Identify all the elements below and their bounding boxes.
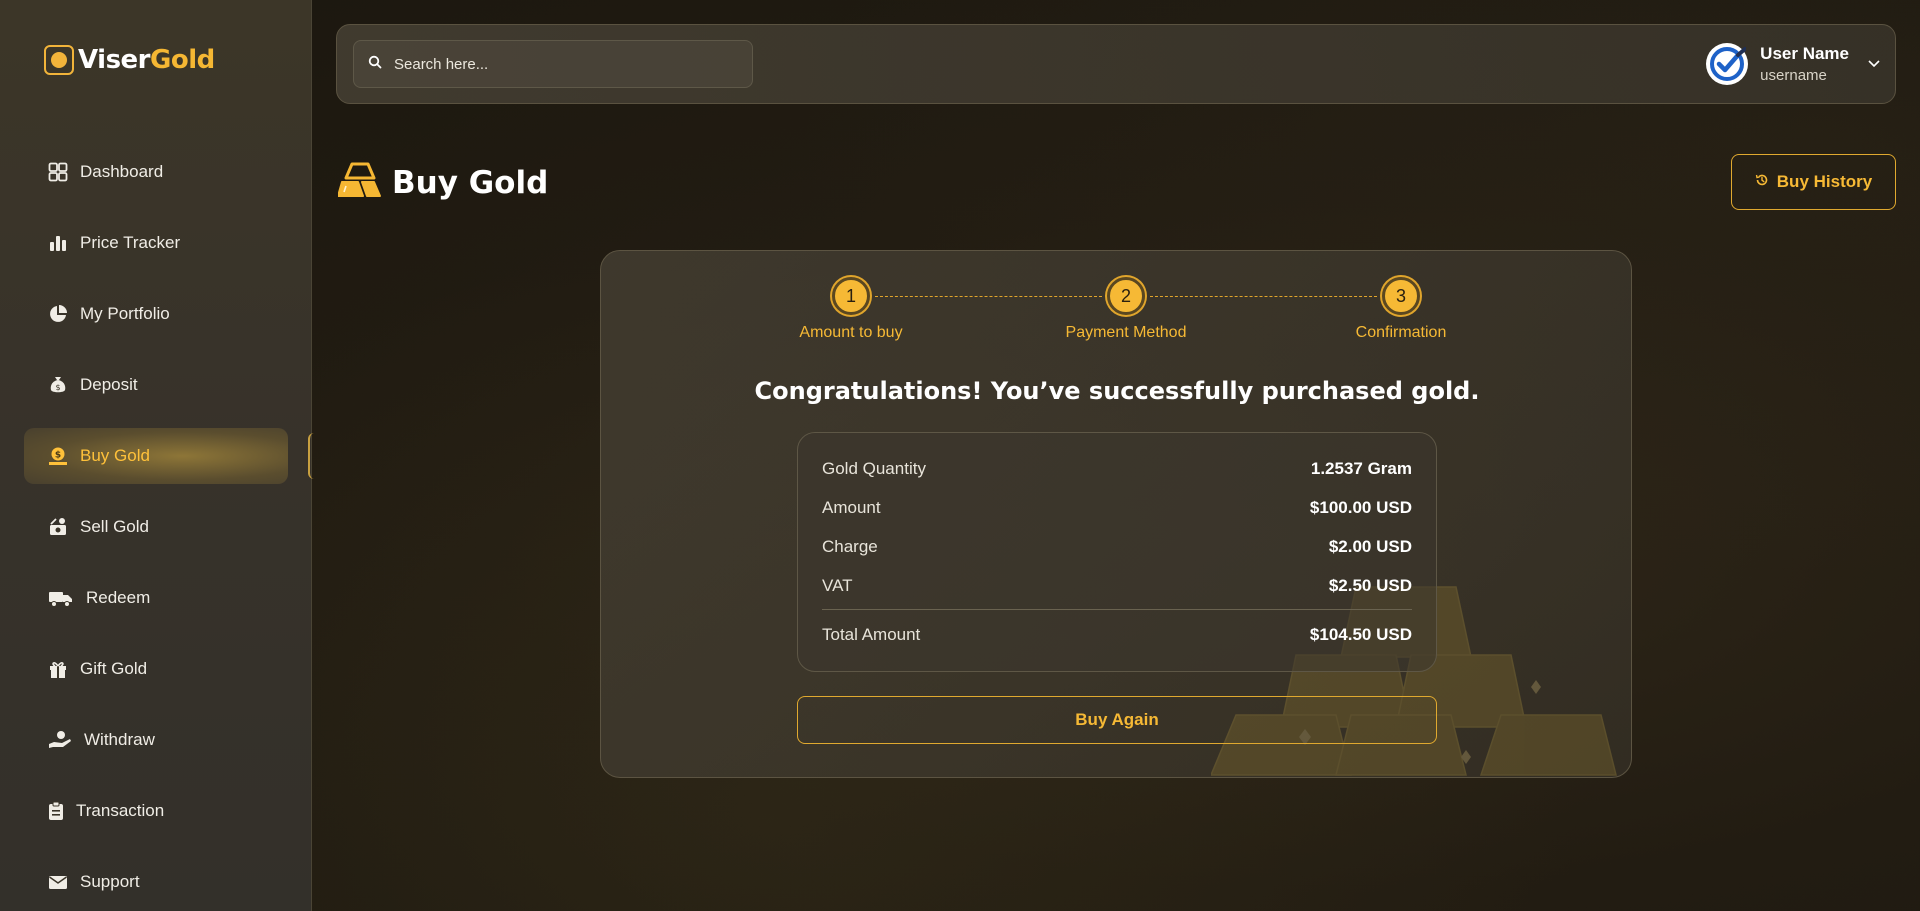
summary-label: Amount xyxy=(822,497,881,517)
step-number: 1 xyxy=(832,277,870,315)
sidebar-item-gift-gold[interactable]: Gift Gold xyxy=(24,641,288,697)
summary-row: Amount $100.00 USD xyxy=(822,488,1412,527)
dashboard-icon xyxy=(48,162,68,182)
summary-label: Gold Quantity xyxy=(822,458,926,478)
sidebar-item-label: Redeem xyxy=(86,588,151,607)
sidebar-item-support[interactable]: Support xyxy=(24,854,288,910)
money-bag-icon: $ xyxy=(48,375,68,395)
sidebar: Viser Gold Dashboard Price Tracker My Por… xyxy=(0,0,312,911)
sidebar-item-label: Gift Gold xyxy=(80,659,148,678)
svg-text:$: $ xyxy=(55,451,61,461)
summary-value: $100.00 USD xyxy=(1309,497,1412,517)
step-number: 2 xyxy=(1107,277,1145,315)
search-icon xyxy=(368,55,382,74)
bar-chart-icon xyxy=(48,233,68,253)
step-number: 3 xyxy=(1382,277,1420,315)
brand-name-part2: Gold xyxy=(150,45,215,75)
sidebar-item-label: My Portfolio xyxy=(80,304,170,323)
purchase-card: 1 Amount to buy 2 Payment Method 3 Confi… xyxy=(600,250,1632,778)
sidebar-item-my-portfolio[interactable]: My Portfolio xyxy=(24,286,288,342)
sidebar-item-label: Dashboard xyxy=(80,162,164,181)
step-label: Payment Method xyxy=(1065,324,1187,341)
sidebar-nav: Dashboard Price Tracker My Portfolio $ D… xyxy=(24,144,288,911)
gold-coin-logo-icon xyxy=(44,45,74,75)
total-value: $104.50 USD xyxy=(1309,624,1412,644)
coin-hand-icon: $ xyxy=(48,446,68,466)
clipboard-icon xyxy=(48,801,64,821)
withdraw-hand-icon xyxy=(48,730,72,750)
summary-divider xyxy=(822,609,1412,610)
brand-logo[interactable]: Viser Gold xyxy=(44,44,215,76)
active-indicator xyxy=(308,433,314,479)
sidebar-item-sell-gold[interactable]: Sell Gold xyxy=(24,499,288,555)
total-label: Total Amount xyxy=(822,624,921,644)
summary-row: VAT $2.50 USD xyxy=(822,566,1412,605)
search-box xyxy=(353,40,753,88)
sidebar-item-withdraw[interactable]: Withdraw xyxy=(24,712,288,768)
history-icon xyxy=(1755,172,1769,192)
success-message: Congratulations! You’ve successfully pur… xyxy=(754,377,1480,405)
sidebar-item-label: Price Tracker xyxy=(80,233,181,252)
sidebar-item-dashboard[interactable]: Dashboard xyxy=(24,144,288,200)
progress-steps: 1 Amount to buy 2 Payment Method 3 Confi… xyxy=(761,277,1461,347)
truck-icon xyxy=(48,588,74,608)
pie-chart-icon xyxy=(48,304,68,324)
page-title: Buy Gold xyxy=(337,160,549,205)
svg-text:$: $ xyxy=(55,383,60,392)
sidebar-item-label: Transaction xyxy=(76,801,165,820)
sidebar-item-transaction[interactable]: Transaction xyxy=(24,783,288,839)
summary-value: $2.00 USD xyxy=(1328,536,1412,556)
buy-history-button[interactable]: Buy History xyxy=(1731,154,1896,210)
sidebar-item-price-tracker[interactable]: Price Tracker xyxy=(24,215,288,271)
gift-icon xyxy=(48,659,68,679)
step-amount: 1 Amount to buy xyxy=(761,277,941,342)
summary-total-row: Total Amount $104.50 USD xyxy=(822,615,1412,654)
summary-row: Charge $2.00 USD xyxy=(822,527,1412,566)
page-heading: Buy Gold xyxy=(392,164,549,201)
user-check-icon xyxy=(1710,47,1747,81)
avatar xyxy=(1706,43,1749,85)
step-label: Amount to buy xyxy=(799,324,903,341)
step-label: Confirmation xyxy=(1355,324,1447,341)
user-menu[interactable]: User Name username xyxy=(1706,39,1881,89)
sidebar-item-label: Deposit xyxy=(80,375,138,394)
sidebar-item-label: Support xyxy=(80,872,140,891)
step-payment: 2 Payment Method xyxy=(1036,277,1216,342)
sidebar-item-buy-gold[interactable]: $ Buy Gold xyxy=(24,428,288,484)
buy-history-label: Buy History xyxy=(1776,172,1873,191)
sidebar-item-label: Buy Gold xyxy=(80,446,150,465)
gold-bars-icon xyxy=(337,160,382,205)
sidebar-item-deposit[interactable]: $ Deposit xyxy=(24,357,288,413)
summary-row: Gold Quantity 1.2537 Gram xyxy=(822,449,1412,488)
top-bar: User Name username xyxy=(336,24,1896,104)
sidebar-item-label: Sell Gold xyxy=(80,517,149,536)
sell-cash-icon xyxy=(48,517,68,537)
chevron-down-icon xyxy=(1867,55,1881,73)
user-name: User Name xyxy=(1760,44,1849,63)
brand-name-part1: Viser xyxy=(78,45,151,75)
summary-label: Charge xyxy=(822,536,878,556)
sidebar-item-redeem[interactable]: Redeem xyxy=(24,570,288,626)
summary-value: $2.50 USD xyxy=(1328,575,1412,595)
search-input[interactable] xyxy=(394,55,734,73)
envelope-icon xyxy=(48,872,68,892)
user-handle: username xyxy=(1760,67,1827,84)
summary-value: 1.2537 Gram xyxy=(1310,458,1412,478)
buy-again-button[interactable]: Buy Again xyxy=(797,696,1437,744)
purchase-summary: Gold Quantity 1.2537 Gram Amount $100.00… xyxy=(797,432,1437,672)
step-confirmation: 3 Confirmation xyxy=(1311,277,1491,342)
sidebar-item-label: Withdraw xyxy=(84,730,155,749)
summary-label: VAT xyxy=(822,575,853,595)
